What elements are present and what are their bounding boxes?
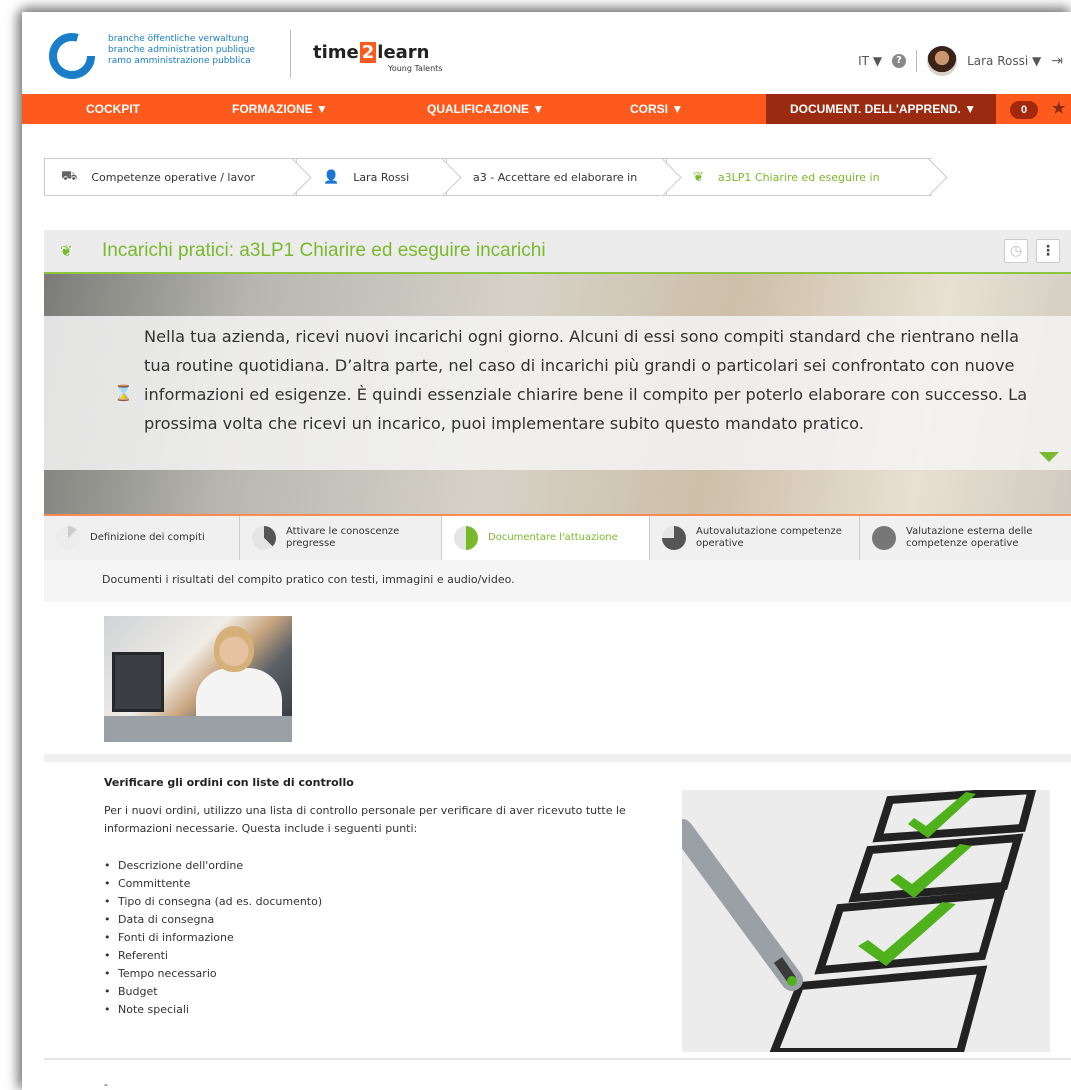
tab-autovalutazione[interactable]: Autovalutazione competenze operative — [650, 516, 860, 560]
tab-documentare[interactable]: Documentare l'attuazione — [442, 516, 650, 560]
progress-pie-icon — [252, 526, 276, 550]
expand-arrow-icon[interactable] — [1039, 452, 1059, 462]
section-instructions: Documenti i risultati del compito pratic… — [44, 560, 1071, 602]
list-item: Budget — [104, 983, 322, 1001]
photo-monitor — [112, 652, 164, 712]
list-item: Tipo di consegna (ad es. documento) — [104, 893, 322, 911]
nav-item-corsi[interactable]: CORSI ▼ — [630, 94, 683, 124]
list-item: Referenti — [104, 947, 322, 965]
chevron-down-icon: ▼ — [1032, 54, 1042, 68]
task-description-panel: ⌛ Nella tua azienda, ricevi nuovi incari… — [44, 274, 1071, 514]
tab-valutazione-esterna[interactable]: Valutazione esterna delle competenze ope… — [860, 516, 1071, 560]
help-icon[interactable]: ? — [892, 54, 907, 68]
list-item: Committente — [104, 875, 322, 893]
user-name: Lara Rossi — [967, 54, 1029, 68]
list-item: Tempo necessario — [104, 965, 322, 983]
user-menu[interactable]: Lara Rossi ▼ — [967, 54, 1041, 68]
tab-label: Valutazione esterna delle competenze ope… — [906, 526, 1033, 549]
entry-title: Verificare gli ordini con liste di contr… — [104, 776, 354, 789]
list-item: Data di consegna — [104, 911, 322, 929]
nav-item-documentazione[interactable]: DOCUMENT. DELL'APPREND. ▼ — [766, 94, 996, 124]
section-divider — [44, 1058, 1071, 1060]
more-options-icon[interactable]: ⋮ — [1036, 239, 1060, 263]
nav-item-cockpit[interactable]: COCKPIT — [86, 94, 140, 124]
list-item: Fonti di informazione — [104, 929, 322, 947]
brand-two: 2 — [359, 42, 377, 63]
brand-right: learn — [377, 42, 430, 63]
breadcrumb-item[interactable]: ⛟ Competenze operative / lavor — [44, 158, 296, 196]
entry-checklist: Descrizione dell'ordine Committente Tipo… — [104, 857, 322, 1019]
header-separator — [916, 50, 918, 72]
header-tools: IT ▼ ? Lara Rossi ▼ ⇥ — [858, 46, 1063, 76]
progress-pie-icon — [56, 526, 80, 550]
avatar[interactable] — [927, 46, 958, 76]
header: branche öffentliche verwaltung branche a… — [22, 12, 1071, 94]
practical-task-icon: ❦ — [60, 242, 73, 260]
breadcrumb-label: Competenze operative / lavor — [91, 170, 255, 184]
progress-pie-icon — [662, 526, 686, 550]
star-icon[interactable]: ★ — [1052, 94, 1065, 124]
tab-label: Definizione dei compiti — [90, 532, 205, 543]
page-title: Incarichi pratici: a3LP1 Chiarire ed ese… — [102, 240, 546, 261]
nav-item-formazione[interactable]: FORMAZIONE ▼ — [232, 94, 328, 124]
breadcrumb: ⛟ Competenze operative / lavor 👤 Lara Ro… — [44, 158, 932, 196]
list-item: Note speciali — [104, 1001, 322, 1019]
nav-item-qualificazione[interactable]: QUALIFICAZIONE ▼ — [427, 94, 544, 124]
photo-desk — [104, 716, 292, 742]
task-description: Nella tua azienda, ricevi nuovi incarich… — [144, 327, 1028, 433]
breadcrumb-item[interactable]: a3 - Accettare ed elaborare in — [446, 158, 666, 196]
competences-icon: ⛟ — [61, 168, 78, 184]
logout-icon[interactable]: ⇥ — [1051, 53, 1063, 69]
next-entry-placeholder: - — [104, 1078, 108, 1090]
chevron-down-icon: ▼ — [872, 54, 883, 68]
phase-tabs: Definizione dei compiti Attivare le cono… — [44, 514, 1071, 560]
brand-logo[interactable]: time 2 learn — [313, 42, 430, 63]
progress-pie-icon — [872, 526, 896, 550]
app-window: branche öffentliche verwaltung branche a… — [22, 12, 1071, 1090]
org-logo-icon[interactable] — [48, 32, 96, 80]
checklist-image[interactable] — [682, 790, 1050, 1052]
language-selector[interactable]: IT ▼ — [858, 54, 882, 68]
tab-conoscenze[interactable]: Attivare le conoscenze pregresse — [240, 516, 442, 560]
org-line: branche administration publique — [108, 45, 256, 55]
attachment-photo[interactable] — [104, 616, 292, 742]
history-icon[interactable]: ◷ — [1004, 239, 1028, 263]
task-title-bar: ❦ Incarichi pratici: a3LP1 Chiarire ed e… — [44, 230, 1071, 274]
tab-label: Autovalutazione competenze operative — [696, 526, 842, 549]
breadcrumb-label: Lara Rossi — [353, 170, 410, 184]
org-line: branche öffentliche verwaltung — [108, 34, 249, 44]
breadcrumb-label: a3LP1 Chiarire ed eseguire in — [717, 170, 880, 184]
photo-person-head — [214, 626, 254, 672]
breadcrumb-item[interactable]: 👤 Lara Rossi — [296, 158, 446, 196]
org-line: ramo amministrazione pubblica — [108, 56, 251, 66]
entry-intro: Per i nuovi ordini, utilizzo una lista d… — [104, 804, 626, 835]
section-divider — [44, 754, 1071, 762]
tab-label: Documentare l'attuazione — [488, 532, 618, 543]
notification-badge[interactable]: 0 — [1010, 101, 1038, 119]
logo-divider — [290, 30, 291, 78]
practical-task-icon: ❦ — [693, 169, 704, 185]
language-label: IT — [858, 54, 870, 68]
progress-pie-icon — [454, 526, 478, 550]
main-nav: COCKPIT FORMAZIONE ▼ QUALIFICAZIONE ▼ CO… — [22, 94, 1071, 124]
hourglass-icon: ⌛ — [114, 384, 133, 402]
org-name: branche öffentliche verwaltung branche a… — [108, 34, 255, 67]
tab-label: Attivare le conoscenze pregresse — [286, 526, 400, 549]
brand-subtitle: Young Talents — [388, 64, 443, 73]
user-icon: 👤 — [323, 169, 340, 185]
list-item: Descrizione dell'ordine — [104, 857, 322, 875]
tab-definizione[interactable]: Definizione dei compiti — [44, 516, 240, 560]
brand-left: time — [313, 42, 359, 63]
breadcrumb-item[interactable]: ❦ a3LP1 Chiarire ed eseguire in — [666, 158, 932, 196]
breadcrumb-label: a3 - Accettare ed elaborare in — [473, 170, 638, 184]
